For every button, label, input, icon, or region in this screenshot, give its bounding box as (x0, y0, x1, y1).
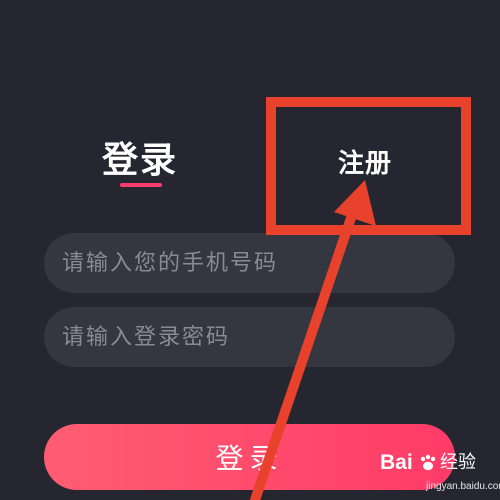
red-arrow-icon (250, 180, 376, 500)
watermark-title: 经验 (440, 452, 476, 473)
baidu-logo: Bai (380, 451, 413, 474)
baidu-jingyan-watermark: Bai 经验 jingyan.baidu.com (380, 450, 500, 500)
watermark-url: jingyan.baidu.com (426, 481, 500, 492)
baidu-paw-icon (420, 454, 436, 471)
